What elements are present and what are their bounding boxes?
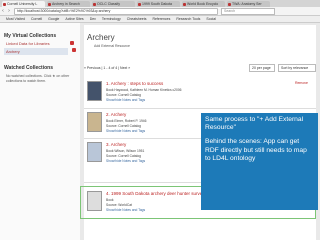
result-item: 1. Archery : steps to success Book Haywo…: [84, 81, 316, 111]
annotation-callout: Same process to "+ Add External Resource…: [201, 113, 318, 210]
book-cover-image: [87, 142, 102, 162]
bookmark-item[interactable]: Most Visited: [6, 17, 25, 21]
browser-search-field[interactable]: Search: [221, 7, 275, 15]
add-external-resource-link[interactable]: Add External Resource: [94, 44, 316, 48]
favicon-icon: [138, 2, 141, 6]
book-cover-image: [87, 112, 102, 132]
result-source: Source: Cornell Catalog: [106, 93, 142, 97]
result-meta: Book Elmer, Robert P. 1946: [106, 119, 147, 123]
divider: [84, 108, 316, 109]
book-cover-image: [87, 81, 102, 101]
sidebar-item-archery[interactable]: Archery: [4, 48, 76, 55]
callout-line-2: Behind the scenes: App can get RDF direc…: [205, 138, 307, 162]
sidebar: My Virtual Collections Linked Data for L…: [0, 23, 80, 240]
bookmark-item[interactable]: References: [152, 17, 170, 21]
bookmark-item[interactable]: Google: [48, 17, 59, 21]
show-notes-link[interactable]: Show/hide Notes and Tags: [106, 129, 145, 133]
bookmark-item[interactable]: Cheatsheets: [127, 17, 147, 21]
result-source: Source: Cornell Catalog: [106, 154, 142, 158]
results-controls: « Previous | 1 - 4 of 4 | Next » 20 per …: [84, 64, 316, 72]
bookmark-item[interactable]: Active Sites: [65, 17, 83, 21]
pagination[interactable]: « Previous | 1 - 4 of 4 | Next »: [84, 66, 130, 70]
show-notes-link[interactable]: Show/hide Notes and Tags: [106, 98, 145, 102]
favicon-icon: [93, 2, 96, 6]
gear-icon[interactable]: [72, 48, 76, 52]
favicon-icon: [228, 2, 231, 6]
favicon-icon: [183, 2, 186, 6]
address-toolbar: ‹ › http://localhost:3000/catalog?utf8=%…: [0, 7, 320, 16]
watched-empty-note: No watched collections. Click ★ on other…: [6, 74, 70, 83]
favicon-icon: [3, 2, 6, 6]
result-title-link[interactable]: 1. Archery : steps to success: [106, 81, 163, 86]
bookmarks-bar: Most Visited Cornell Google Active Sites…: [0, 16, 320, 23]
url-field[interactable]: http://localhost:3000/catalog?utf8=%E2%9…: [14, 7, 218, 15]
browser-tab-bar: Cornell University L Archery in Search O…: [0, 0, 320, 7]
bookmark-item[interactable]: Cornell: [31, 17, 42, 21]
result-source: Source: Cornell Catalog: [106, 124, 142, 128]
page-title: Archery: [87, 33, 115, 42]
remove-button[interactable]: Remove: [295, 81, 308, 85]
result-meta: Book Wilson, Wilson 1951: [106, 149, 145, 153]
watched-collections-heading: Watched Collections: [4, 65, 53, 71]
result-title-link[interactable]: 2. Archery: [106, 112, 126, 117]
bookmark-item[interactable]: Research Tools: [176, 17, 200, 21]
virtual-collections-heading: My Virtual Collections: [4, 33, 57, 39]
bookmark-item[interactable]: Social: [206, 17, 216, 21]
show-notes-link[interactable]: Show/hide Notes and Tags: [106, 159, 145, 163]
gear-icon[interactable]: [70, 41, 74, 45]
sidebar-item-linked-data[interactable]: Linked Data for Libraries: [6, 41, 74, 46]
sort-select[interactable]: Sort by relevance: [278, 64, 316, 72]
bookmark-item[interactable]: Dev: [90, 17, 96, 21]
callout-line-1: Same process to "+ Add External Resource…: [205, 116, 304, 132]
forward-arrow-icon[interactable]: ›: [6, 8, 12, 14]
result-meta: Book Haywood, Kathleen M. Human Kinetics…: [106, 88, 182, 92]
result-title-link[interactable]: 3. Archery: [106, 142, 126, 147]
per-page-select[interactable]: 20 per page: [249, 64, 275, 72]
bookmark-item[interactable]: Terminology: [102, 17, 121, 21]
favicon-icon: [48, 2, 51, 6]
